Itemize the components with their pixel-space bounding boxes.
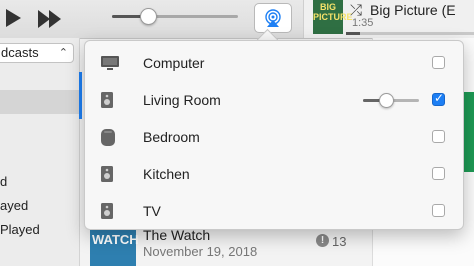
play-icon[interactable]	[6, 9, 21, 27]
sidebar-item[interactable]: d	[0, 174, 7, 189]
device-label: Bedroom	[143, 129, 200, 145]
device-row-living-room[interactable]: Living Room	[85, 81, 463, 118]
playback-progress[interactable]	[346, 32, 474, 35]
sidebar: dcasts ⌃ d ayed Played	[0, 38, 80, 266]
homepod-icon	[101, 129, 115, 146]
device-checkbox[interactable]	[432, 56, 445, 69]
sidebar-item[interactable]: Played	[0, 222, 40, 237]
device-label: Computer	[143, 55, 205, 71]
elapsed-time: 1:35	[352, 17, 374, 29]
device-row-bedroom[interactable]: Bedroom	[85, 118, 463, 155]
alert-icon: !	[316, 234, 329, 247]
selection-indicator	[79, 72, 82, 119]
unplayed-count: 13	[332, 234, 347, 249]
volume-slider[interactable]	[112, 8, 238, 25]
airplay-popover: Computer Living Room Bedroom Kitchen	[84, 40, 464, 230]
volume-knob[interactable]	[140, 8, 158, 25]
sidebar-selected-item[interactable]	[0, 90, 79, 114]
chevron-updown-icon: ⌃	[58, 47, 68, 59]
device-volume-knob[interactable]	[379, 93, 395, 108]
library-select-label: dcasts	[1, 45, 39, 60]
toolbar: BIG PICTURE ⤮ Big Picture (E 1:35	[0, 0, 474, 39]
fast-forward-icon[interactable]	[38, 10, 62, 28]
device-checkbox[interactable]	[432, 91, 445, 106]
airplay-icon	[265, 9, 281, 27]
episode-date: November 19, 2018	[143, 244, 258, 259]
device-row-computer[interactable]: Computer	[85, 44, 463, 81]
speaker-icon	[101, 203, 113, 219]
device-row-tv[interactable]: TV	[85, 192, 463, 229]
sidebar-item[interactable]: ayed	[0, 198, 28, 213]
device-checkbox[interactable]	[432, 204, 445, 217]
now-playing-title: Big Picture (E	[370, 2, 456, 18]
speaker-icon	[101, 92, 113, 108]
device-label: Kitchen	[143, 166, 190, 182]
album-art[interactable]: BIG PICTURE	[313, 0, 353, 34]
device-checkbox[interactable]	[432, 130, 445, 143]
device-checkbox[interactable]	[432, 167, 445, 180]
device-row-kitchen[interactable]: Kitchen	[85, 155, 463, 192]
library-select[interactable]: dcasts ⌃	[0, 43, 74, 63]
device-label: Living Room	[143, 92, 221, 108]
computer-icon	[101, 56, 119, 70]
airplay-button[interactable]	[254, 3, 292, 33]
speaker-icon	[101, 166, 113, 182]
device-volume-slider[interactable]	[363, 93, 419, 108]
device-label: TV	[143, 203, 161, 219]
